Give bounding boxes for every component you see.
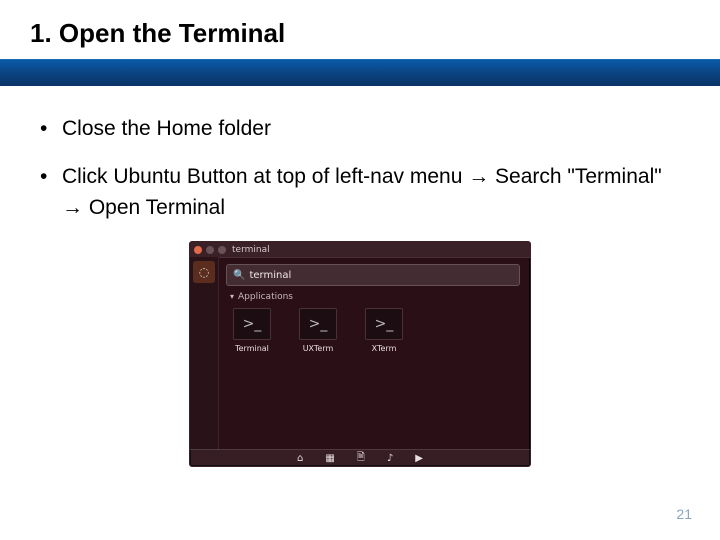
search-query-text: terminal	[249, 270, 291, 281]
dash-search-field: 🔍 terminal	[226, 264, 520, 286]
terminal-icon: >_	[233, 308, 271, 340]
terminal-icon: >_	[299, 308, 337, 340]
ubuntu-dash-screenshot: terminal ◌ 🔍 terminal ▾Applications >_ T…	[189, 241, 531, 467]
window-title: terminal	[232, 245, 270, 255]
app-result-label: UXTerm	[303, 344, 334, 353]
files-icon: 🗎	[357, 450, 365, 467]
app-result-uxterm: >_ UXTerm	[296, 308, 340, 353]
search-results: >_ Terminal >_ UXTerm >_ XTerm	[230, 308, 406, 353]
search-icon: 🔍	[233, 270, 245, 281]
unity-launcher: ◌	[190, 257, 219, 450]
close-icon	[194, 246, 202, 254]
title-underline-bar	[0, 59, 720, 86]
terminal-icon: >_	[365, 308, 403, 340]
home-icon: ⌂	[297, 453, 303, 464]
dash-lens-bar: ⌂ ▦ 🗎 ♪ ▶	[190, 449, 530, 466]
app-result-label: XTerm	[372, 344, 397, 353]
slide-title: 1. Open the Terminal	[30, 18, 720, 49]
chevron-down-icon: ▾	[230, 292, 234, 301]
minimize-icon	[206, 246, 214, 254]
bullet-list: Close the Home folder Click Ubuntu Butto…	[40, 114, 680, 223]
app-result-terminal: >_ Terminal	[230, 308, 274, 353]
music-icon: ♪	[387, 453, 393, 464]
results-category-label: ▾Applications	[230, 292, 293, 302]
ubuntu-dash-icon: ◌	[193, 261, 215, 283]
video-icon: ▶	[415, 453, 423, 464]
bullet-item: Close the Home folder	[40, 114, 680, 144]
apps-icon: ▦	[325, 453, 334, 464]
bullet-item: Click Ubuntu Button at top of left-nav m…	[40, 162, 680, 223]
window-titlebar: terminal	[190, 242, 530, 258]
app-result-xterm: >_ XTerm	[362, 308, 406, 353]
page-number: 21	[676, 506, 692, 522]
app-result-label: Terminal	[235, 344, 269, 353]
maximize-icon	[218, 246, 226, 254]
